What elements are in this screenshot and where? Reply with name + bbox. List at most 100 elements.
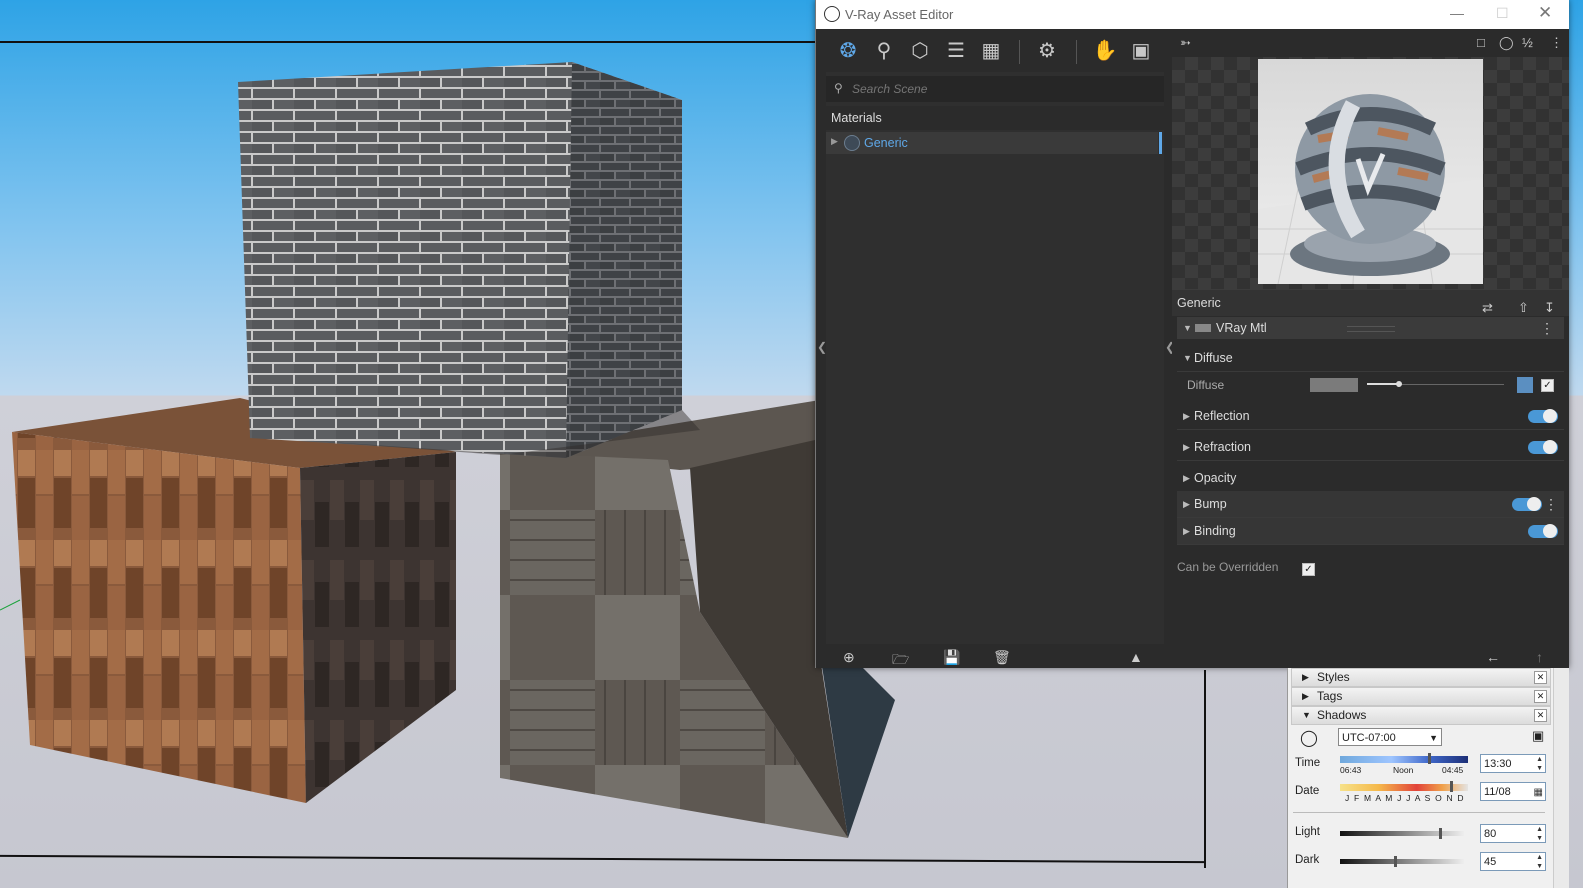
spinner-arrows-icon[interactable]: ▲ ▼	[1536, 853, 1543, 871]
texture-slot-icon[interactable]	[1517, 377, 1533, 393]
preview-scene-icon[interactable]: ◯	[1499, 35, 1514, 51]
materials-icon[interactable]: ❂	[835, 38, 861, 64]
title-bar[interactable]: V-Ray Asset Editor — ☐ ✕	[816, 0, 1569, 29]
calendar-icon[interactable]: ▦	[1534, 783, 1543, 802]
close-panel-icon[interactable]: ✕	[1534, 671, 1547, 684]
search-box[interactable]: ⚲	[826, 76, 1164, 102]
can-be-overridden-checkbox[interactable]: ✓	[1302, 563, 1315, 576]
date-input[interactable]: 11/08 ▦	[1480, 782, 1546, 801]
expand-arrow-icon[interactable]: ▶	[1183, 465, 1190, 491]
maximize-icon[interactable]: ☐	[1496, 5, 1509, 22]
binding-label: Binding	[1194, 524, 1236, 538]
date-label: Date	[1295, 785, 1320, 797]
refraction-toggle[interactable]	[1528, 440, 1558, 454]
frame-buffer-icon[interactable]: ▣	[1128, 38, 1154, 64]
search-input[interactable]	[850, 79, 1154, 99]
diffuse-checkbox[interactable]: ✓	[1541, 379, 1554, 392]
create-asset-icon[interactable]: ⊕	[843, 649, 855, 666]
preview-region-icon[interactable]: □	[1477, 35, 1485, 50]
collapse-arrow-icon[interactable]: ▼	[1183, 317, 1192, 339]
material-ball-icon	[844, 135, 860, 151]
diffuse-section[interactable]: ▼ Diffuse	[1177, 345, 1564, 372]
dark-input[interactable]: 45 ▲ ▼	[1480, 852, 1546, 871]
bump-menu-icon[interactable]: ⋮	[1544, 491, 1558, 517]
close-icon[interactable]: ✕	[1538, 3, 1552, 23]
textures-icon[interactable]: ▦	[978, 38, 1004, 64]
light-slider[interactable]	[1340, 831, 1464, 836]
up-arrow-icon[interactable]: ↑	[1536, 649, 1543, 665]
preview-settings-icon[interactable]: ➳	[1180, 35, 1191, 51]
geometry-icon[interactable]: ⬡	[907, 38, 933, 64]
settings-icon[interactable]: ⚙	[1034, 38, 1060, 64]
spinner-arrows-icon[interactable]: ▲ ▼	[1536, 825, 1543, 843]
can-be-overridden-label: Can be Overridden	[1177, 560, 1279, 574]
close-panel-icon[interactable]: ✕	[1534, 709, 1547, 722]
purge-icon[interactable]: ▲	[1129, 649, 1143, 665]
materials-section-title: Materials	[826, 106, 1169, 130]
time-slider[interactable]	[1340, 756, 1468, 763]
preview-resolution-icon[interactable]: ½	[1522, 35, 1533, 50]
shadows-toggle-icon[interactable]: ◯	[1300, 728, 1318, 748]
collapse-arrow-icon[interactable]: ▼	[1183, 345, 1192, 371]
reflection-row[interactable]: ▶ Reflection	[1177, 403, 1564, 430]
tray-scrollbar[interactable]	[1553, 668, 1569, 888]
styles-panel-title: Styles	[1317, 670, 1350, 684]
refraction-row[interactable]: ▶ Refraction	[1177, 434, 1564, 461]
vray-logo-icon	[824, 6, 840, 22]
expand-arrow-icon[interactable]: ▶	[1183, 518, 1190, 544]
binding-row[interactable]: ▶ Binding	[1177, 518, 1564, 545]
material-name: Generic	[1177, 296, 1221, 310]
time-slider-knob[interactable]	[1428, 753, 1431, 764]
open-file-icon[interactable]: 🗁	[892, 649, 909, 673]
light-input[interactable]: 80 ▲ ▼	[1480, 824, 1546, 843]
layers-icon[interactable]: ☰	[943, 38, 969, 64]
save-icon[interactable]: 💾	[943, 649, 960, 666]
brdf-layer-row[interactable]: ▼ VRay Mtl ⋮	[1177, 317, 1564, 339]
bump-toggle[interactable]	[1512, 497, 1542, 511]
collapse-left-icon[interactable]: ❮	[817, 340, 827, 354]
collapse-arrow-icon: ▼	[1302, 710, 1311, 720]
diffuse-param-row: Diffuse ✓	[1177, 374, 1564, 396]
lights-icon[interactable]: ⚲	[871, 38, 897, 64]
preview-menu-icon[interactable]: ⋮	[1550, 35, 1563, 51]
light-label: Light	[1295, 826, 1320, 838]
light-slider-knob[interactable]	[1439, 828, 1442, 839]
bump-row[interactable]: ▶ Bump ⋮	[1177, 491, 1564, 518]
binding-toggle[interactable]	[1528, 524, 1558, 538]
vray-asset-editor-window[interactable]: V-Ray Asset Editor — ☐ ✕ ❂ ⚲ ⬡ ☰ ▦ ⚙ ✋ ▣…	[815, 0, 1569, 668]
layer-swatch-icon	[1195, 324, 1211, 332]
tags-panel-header[interactable]: ▶ Tags ✕	[1291, 687, 1551, 706]
brdf-menu-icon[interactable]: ⋮	[1540, 317, 1554, 339]
reflection-toggle[interactable]	[1528, 409, 1558, 423]
render-interactive-icon[interactable]: ✋	[1092, 38, 1118, 64]
reflection-label: Reflection	[1194, 409, 1250, 423]
diffuse-color-swatch[interactable]	[1310, 378, 1358, 392]
dark-slider[interactable]	[1340, 859, 1464, 864]
expand-arrow-icon[interactable]: ▶	[1183, 403, 1190, 429]
tags-panel-title: Tags	[1317, 689, 1343, 703]
spinner-arrows-icon[interactable]: ▲ ▼	[1536, 755, 1543, 773]
time-value: 13:30	[1484, 758, 1512, 770]
expand-arrow-icon[interactable]: ▶	[831, 136, 838, 147]
timezone-select[interactable]: UTC-07:00 ▼	[1338, 728, 1442, 746]
dark-slider-knob[interactable]	[1394, 856, 1397, 867]
delete-icon[interactable]: 🗑	[993, 649, 1011, 666]
expand-arrow-icon[interactable]: ▶	[1183, 434, 1190, 460]
opacity-row[interactable]: ▶ Opacity	[1177, 465, 1564, 492]
ground-edge-right	[1204, 670, 1206, 868]
time-input[interactable]: 13:30 ▲ ▼	[1480, 754, 1546, 773]
expand-settings-icon[interactable]: ▣	[1532, 728, 1544, 744]
date-slider[interactable]	[1340, 784, 1468, 791]
material-list-item[interactable]: ▶ Generic	[826, 132, 1162, 154]
expand-arrow-icon[interactable]: ▶	[1183, 491, 1190, 517]
styles-panel-header[interactable]: ▶ Styles ✕	[1291, 668, 1551, 687]
close-panel-icon[interactable]: ✕	[1534, 690, 1547, 703]
back-arrow-icon[interactable]: ←	[1486, 649, 1500, 665]
shadows-panel-header[interactable]: ▼ Shadows ✕	[1291, 706, 1551, 725]
drag-handle-icon[interactable]	[1347, 326, 1395, 332]
minimize-icon[interactable]: —	[1450, 5, 1464, 21]
date-slider-knob[interactable]	[1450, 781, 1453, 792]
default-tray: ▶ Styles ✕ ▶ Tags ✕ ▼ Shadows ✕ ◯ UTC-07…	[1287, 668, 1554, 888]
shadows-panel-title: Shadows	[1317, 708, 1367, 722]
diffuse-slider-knob[interactable]	[1396, 381, 1402, 387]
